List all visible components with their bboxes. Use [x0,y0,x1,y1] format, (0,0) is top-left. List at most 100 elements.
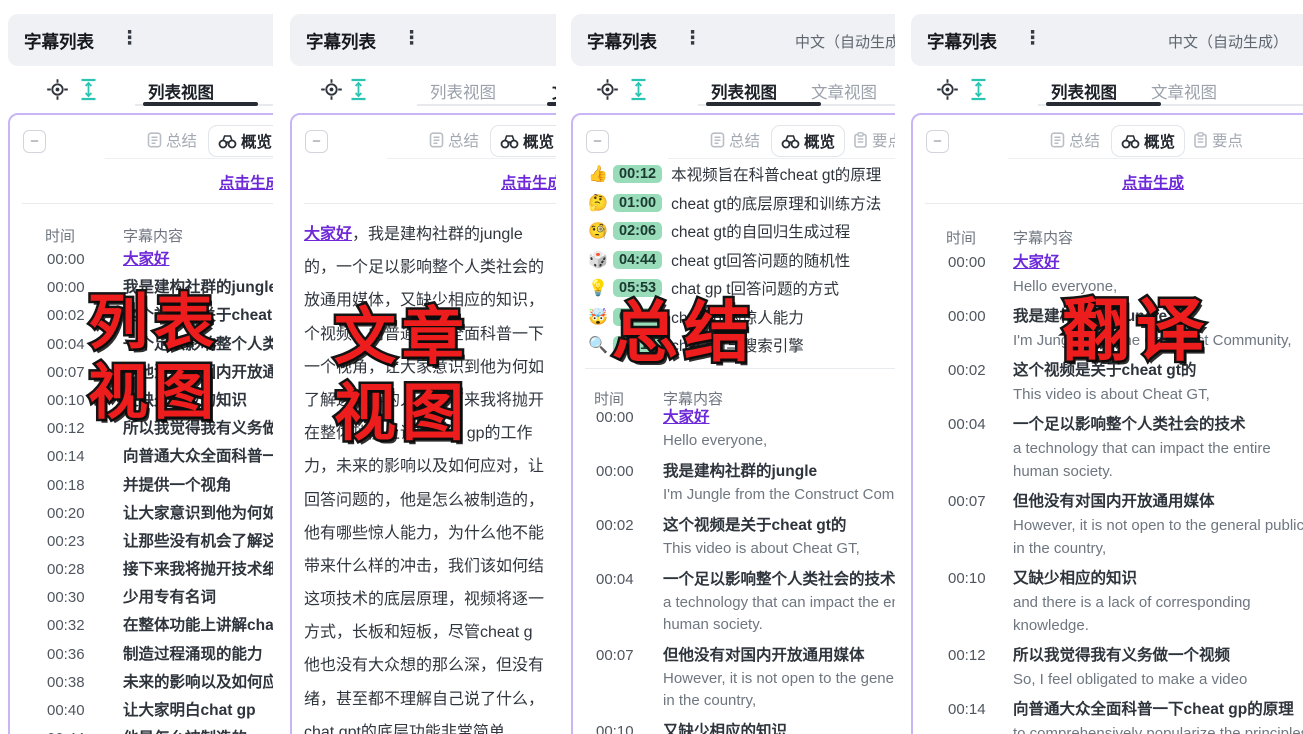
subtitle-time[interactable]: 00:36 [47,641,85,669]
tab-overview[interactable]: 概览 [1111,125,1185,157]
subtitle-row[interactable]: 00:14向普通大众全面科普一下cheat gp的原理to comprehens… [913,697,1303,734]
expand-height-icon[interactable] [630,78,654,102]
tab-list-view[interactable]: 列表视图 [148,79,214,103]
subtitle-text-zh[interactable]: 一个足以影响整个人类社会的技术 [1013,412,1303,437]
kebab-menu-icon[interactable]: ⋮ [1023,27,1042,50]
subtitle-time[interactable]: 00:32 [47,612,85,640]
subtitle-time[interactable]: 00:00 [596,460,634,484]
subtitle-time[interactable]: 00:07 [47,359,85,387]
subtitle-row[interactable]: 00:04一个足以影响整个人类社会的技术a technology that ca… [913,412,1303,483]
expand-height-icon[interactable] [350,78,374,102]
subtitle-time[interactable]: 00:14 [948,697,986,722]
locate-icon[interactable] [46,78,70,102]
kebab-menu-icon[interactable]: ⋮ [120,27,139,50]
tab-keypoints[interactable]: 要点 [1193,129,1243,151]
subtitle-text-zh[interactable]: 所以我觉得我有义务做一个视频 [1013,643,1303,668]
subtitle-time[interactable]: 00:00 [596,406,634,430]
subtitle-link[interactable]: 大家好 [304,226,352,243]
subtitle-time[interactable]: 00:07 [948,489,986,514]
locate-icon[interactable] [320,78,344,102]
subtitle-time[interactable]: 00:04 [948,412,986,437]
subtitle-time[interactable]: 00:28 [47,556,85,584]
subtitle-row[interactable]: 00:00我是建构社群的jungleI'm Jungle from the Co… [573,460,895,506]
summary-item[interactable]: 🧐02:06cheat gt的自回归生成过程 [583,217,895,246]
subtitle-time[interactable]: 00:00 [948,304,986,329]
tab-list-view[interactable]: 列表视图 [430,79,496,103]
tab-article-view[interactable]: 文章视图 [552,79,556,103]
subtitle-time[interactable]: 00:00 [948,250,986,275]
kebab-menu-icon[interactable]: ⋮ [402,27,421,50]
summary-item[interactable]: 🎲04:44cheat gt回答问题的随机性 [583,246,895,275]
subtitle-row[interactable]: 00:28 接下来我将抛开技术细节 [10,556,273,584]
subtitle-time[interactable]: 00:18 [47,472,85,500]
subtitle-row[interactable]: 00:30 少用专有名词 [10,584,273,612]
tab-summary[interactable]: 总结 [429,129,479,151]
subtitle-time[interactable]: 00:00 [47,246,85,274]
subtitle-row[interactable]: 00:12所以我觉得我有义务做一个视频So, I feel obligated … [913,643,1303,691]
subtitle-time[interactable]: 00:02 [47,302,85,330]
subtitle-text-zh[interactable]: 但他没有对国内开放通用媒体 [1013,489,1303,514]
subtitle-row[interactable]: 00:40 让大家明白chat gp [10,697,273,725]
subtitle-row[interactable]: 00:10 又缺少相应的知识 [573,720,895,734]
locate-icon[interactable] [936,78,960,102]
subtitle-row[interactable]: 00:00大家好 [10,246,273,274]
locate-icon[interactable] [596,78,620,102]
subtitle-row[interactable]: 00:18 并提供一个视角 [10,472,273,500]
subtitle-text-zh[interactable]: 我是建构社群的jungle [663,460,895,484]
subtitle-text-zh[interactable]: 又缺少相应的知识 [1013,566,1303,591]
subtitle-time[interactable]: 00:10 [596,720,634,734]
subtitle-time[interactable]: 00:30 [47,584,85,612]
subtitle-text-zh[interactable]: 让大家意识到他为何如此重要 [123,500,273,528]
tab-overview[interactable]: 概览 [208,125,273,157]
subtitle-row[interactable]: 00:04一个足以影响整个人类社会的技术a technology that ca… [573,568,895,636]
subtitle-text-zh[interactable]: 又缺少相应的知识 [663,720,895,734]
subtitle-text-zh[interactable]: 他是怎么被制造的 [123,725,273,734]
tab-list-view[interactable]: 列表视图 [1051,79,1117,103]
subtitle-row[interactable]: 00:00大家好Hello everyone, [573,406,895,452]
subtitle-time[interactable]: 00:23 [47,528,85,556]
subtitle-time[interactable]: 00:12 [47,415,85,443]
subtitle-text-zh[interactable]: 向普通大众全面科普一下cheat gp的原理 [123,443,273,471]
tab-list-view[interactable]: 列表视图 [711,79,777,103]
collapse-button[interactable]: − [926,130,949,153]
subtitle-row[interactable]: 00:36 制造过程涌现的能力 [10,641,273,669]
subtitle-time[interactable]: 00:14 [47,443,85,471]
subtitle-row[interactable]: 00:38未来的影响以及如何应对 [10,669,273,697]
subtitle-text-zh[interactable]: 但他没有对国内开放通用媒体 [663,644,895,668]
subtitle-time[interactable]: 00:40 [47,697,85,725]
subtitle-row[interactable]: 00:32 在整体功能上讲解chat gp [10,612,273,640]
subtitle-time[interactable]: 00:20 [47,500,85,528]
subtitle-time[interactable]: 00:12 [948,643,986,668]
subtitle-text-zh[interactable]: 在整体功能上讲解chat gp [123,612,273,640]
collapse-button[interactable]: − [305,130,328,153]
expand-height-icon[interactable] [970,78,994,102]
subtitle-time[interactable]: 00:00 [47,274,85,302]
subtitle-text-zh[interactable]: 少用专有名词 [123,584,273,612]
subtitle-text-zh[interactable]: 制造过程涌现的能力 [123,641,273,669]
subtitle-row[interactable]: 00:02这个视频是关于cheat gt的This video is about… [573,514,895,560]
subtitle-row[interactable]: 00:14 向普通大众全面科普一下cheat gp的原理 [10,443,273,471]
subtitle-text-zh[interactable]: 让大家明白chat gp [123,697,273,725]
tab-summary[interactable]: 总结 [147,129,197,151]
subtitle-row[interactable]: 00:20 让大家意识到他为何如此重要 [10,500,273,528]
subtitle-text-zh[interactable]: 并提供一个视角 [123,472,273,500]
subtitle-text-zh[interactable]: 接下来我将抛开技术细节 [123,556,273,584]
subtitle-text-zh[interactable]: 让那些没有机会了解这件事的人 [123,528,273,556]
subtitle-text-zh[interactable]: 未来的影响以及如何应对 [123,669,273,697]
expand-height-icon[interactable] [80,78,104,102]
subtitle-time[interactable]: 00:04 [596,568,634,592]
subtitle-row[interactable]: 00:44 他是怎么被制造的 [10,725,273,734]
subtitle-time[interactable]: 00:04 [47,331,85,359]
subtitle-time[interactable]: 00:44 [47,725,85,734]
subtitle-text-zh[interactable]: 大家好 [663,406,895,430]
subtitle-row[interactable]: 00:23 让那些没有机会了解这件事的人 [10,528,273,556]
subtitle-time[interactable]: 00:07 [596,644,634,668]
tab-overview[interactable]: 概览 [490,125,556,157]
subtitle-text-zh[interactable]: 一个足以影响整个人类社会的技术 [663,568,895,592]
subtitle-text-zh[interactable]: 大家好 [1013,250,1303,275]
tab-keypoints[interactable]: 要点 [853,129,895,151]
subtitle-row[interactable]: 00:07但他没有对国内开放通用媒体However, it is not ope… [913,489,1303,560]
summary-item[interactable]: 👍00:12本视频旨在科普cheat gt的原理 [583,160,895,189]
subtitle-text-zh[interactable]: 这个视频是关于cheat gt的 [663,514,895,538]
tab-summary[interactable]: 总结 [710,129,760,151]
